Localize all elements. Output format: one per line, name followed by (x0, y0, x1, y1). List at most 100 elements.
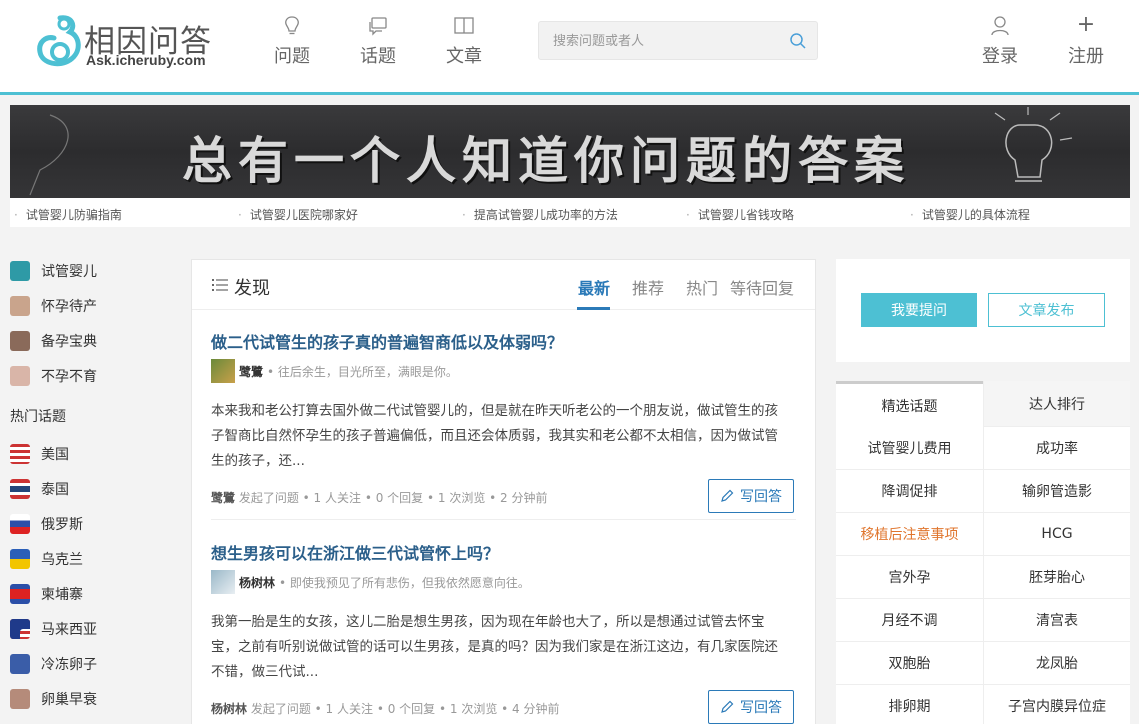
tab-recommended[interactable]: 推荐 (632, 275, 664, 299)
stats-author[interactable]: 杨树林 (211, 702, 247, 716)
tab-expert-ranking[interactable]: 达人排行 (983, 381, 1130, 427)
author-signature: • 往后余生，目光所至，满眼是你。 (267, 364, 458, 379)
hot-topic-frozen-eggs[interactable]: 冷冻卵子 (10, 652, 97, 676)
topic-link[interactable]: 子宫内膜异位症 (983, 685, 1130, 724)
action-panel: 我要提问 文章发布 (836, 259, 1130, 362)
question-excerpt: 我第一胎是生的女孩，这儿二胎是想生男孩，因为现在年龄也大了，所以是想通过试管去怀… (211, 614, 778, 680)
stats-author[interactable]: 鹭鷺 (211, 491, 235, 505)
search-icon[interactable] (789, 32, 807, 50)
category-infertility[interactable]: 不孕不育 (10, 364, 97, 388)
question-title[interactable]: 想生男孩可以在浙江做三代试管怀上吗？ (211, 540, 796, 564)
chat-icon (369, 17, 387, 36)
discover-panel: 发现 最新 推荐 热门 等待回复 做二代试管生的孩子真的普遍智商低以及体弱吗？ … (191, 259, 816, 724)
nav-articles[interactable]: 文章 (434, 14, 494, 68)
ivf-icon (10, 261, 30, 281)
publish-article-button[interactable]: 文章发布 (988, 293, 1105, 327)
category-ivf[interactable]: 试管婴儿 (10, 259, 97, 283)
category-pregnancy[interactable]: 怀孕待产 (10, 294, 97, 318)
hot-topic-cambodia[interactable]: 柬埔寨 (10, 582, 83, 606)
banner: 总有一个人知道你问题的答案 (10, 105, 1130, 198)
tab-latest[interactable]: 最新 (578, 275, 610, 299)
category-label: 备孕宝典 (41, 334, 97, 350)
topic-link[interactable]: 龙凤胎 (983, 642, 1130, 685)
nav-articles-label: 文章 (446, 46, 482, 67)
quick-link[interactable]: 试管婴儿医院哪家好 (238, 206, 358, 223)
question-title[interactable]: 做二代试管生的孩子真的普遍智商低以及体弱吗？ (211, 329, 796, 353)
quick-link[interactable]: 试管婴儿省钱攻略 (686, 206, 794, 223)
category-label: 试管婴儿 (41, 264, 97, 280)
search-input[interactable] (553, 31, 783, 51)
frozen-eggs-icon (10, 654, 30, 674)
question-stats: 鹭鷺 发起了问题 • 1 人关注 • 0 个回复 • 1 次浏览 • 2 分钟前 (211, 489, 547, 506)
author-name[interactable]: 杨树林 (239, 574, 275, 591)
hot-topic-thailand[interactable]: 泰国 (10, 477, 69, 501)
tab-unanswered[interactable]: 等待回复 (730, 275, 794, 299)
hot-topic-ukraine[interactable]: 乌克兰 (10, 547, 83, 571)
thailand-flag-icon (10, 479, 30, 499)
book-icon (454, 17, 474, 34)
topic-link[interactable]: 宫外孕 (836, 556, 983, 599)
pencil-icon (721, 700, 734, 713)
stats-text: 发起了问题 • 1 人关注 • 0 个回复 • 1 次浏览 • 2 分钟前 (238, 491, 548, 505)
pregnancy-icon (10, 296, 30, 316)
topic-link[interactable]: 成功率 (983, 427, 1130, 470)
topic-link[interactable]: 降调促排 (836, 470, 983, 513)
divider (211, 519, 796, 520)
list-icon (212, 279, 228, 291)
topic-link[interactable]: 排卵期 (836, 685, 983, 724)
hot-topic-russia[interactable]: 俄罗斯 (10, 512, 83, 536)
usa-flag-icon (10, 444, 30, 464)
topic-link[interactable]: 月经不调 (836, 599, 983, 642)
featured-topics-panel: 精选话题 达人排行 试管婴儿费用 成功率 降调促排 输卵管造影 移植后注意事项 … (836, 381, 1130, 724)
malaysia-flag-icon (10, 619, 30, 639)
hot-topic-usa[interactable]: 美国 (10, 442, 69, 466)
avatar[interactable] (211, 359, 235, 383)
topic-link[interactable]: 移植后注意事项 (836, 513, 983, 556)
ovarian-icon (10, 689, 30, 709)
cambodia-flag-icon (10, 584, 30, 604)
avatar[interactable] (211, 570, 235, 594)
tab-featured-topics[interactable]: 精选话题 (836, 381, 983, 427)
nav-questions[interactable]: 问题 (262, 14, 322, 68)
tab-hot[interactable]: 热门 (686, 275, 718, 299)
banner-slogan: 总有一个人知道你问题的答案 (182, 132, 910, 190)
hot-topic-ovarian[interactable]: 卵巢早衰 (10, 687, 97, 711)
topic-link[interactable]: 试管婴儿费用 (836, 427, 983, 470)
quick-link[interactable]: 试管婴儿防骗指南 (14, 206, 122, 223)
nav-questions-label: 问题 (274, 46, 310, 67)
question-author-row: 鹭鷺 • 往后余生，目光所至，满眼是你。 (211, 359, 458, 383)
search-box (538, 21, 818, 60)
discover-title: 发现 (234, 278, 270, 299)
hot-topic-label: 美国 (41, 447, 69, 463)
author-name[interactable]: 鹭鷺 (239, 363, 263, 380)
topic-link[interactable]: 清宫表 (983, 599, 1130, 642)
topic-link[interactable]: 输卵管造影 (983, 470, 1130, 513)
category-prep[interactable]: 备孕宝典 (10, 329, 97, 353)
write-answer-label: 写回答 (740, 489, 782, 505)
author-signature: • 即使我预见了所有悲伤，但我依然愿意向往。 (279, 575, 530, 590)
russia-flag-icon (10, 514, 30, 534)
lightbulb-icon (285, 16, 299, 35)
write-answer-button[interactable]: 写回答 (708, 479, 794, 513)
topic-link[interactable]: 胚芽胎心 (983, 556, 1130, 599)
write-answer-label: 写回答 (740, 700, 782, 716)
hot-topic-label: 俄罗斯 (41, 517, 83, 533)
topic-link[interactable]: HCG (983, 513, 1130, 556)
logo-icon (37, 15, 81, 67)
pencil-icon (721, 489, 734, 502)
nav-topics-label: 话题 (360, 46, 396, 67)
login-link[interactable]: 登录 (970, 14, 1030, 68)
site-logo[interactable]: 相因问答 Ask.icheruby.com (36, 12, 226, 72)
hot-topic-malaysia[interactable]: 马来西亚 (10, 617, 97, 641)
logo-domain: Ask.icheruby.com (86, 52, 206, 68)
hot-topic-label: 泰国 (41, 482, 69, 498)
ask-question-button[interactable]: 我要提问 (861, 293, 977, 327)
quick-link[interactable]: 试管婴儿的具体流程 (910, 206, 1030, 223)
hot-topics-title: 热门话题 (10, 409, 66, 425)
question-author-row: 杨树林 • 即使我预见了所有悲伤，但我依然愿意向往。 (211, 570, 530, 594)
topic-link[interactable]: 双胞胎 (836, 642, 983, 685)
write-answer-button[interactable]: 写回答 (708, 690, 794, 724)
register-link[interactable]: + 注册 (1056, 14, 1116, 68)
quick-link[interactable]: 提高试管婴儿成功率的方法 (462, 206, 618, 223)
nav-topics[interactable]: 话题 (348, 14, 408, 68)
